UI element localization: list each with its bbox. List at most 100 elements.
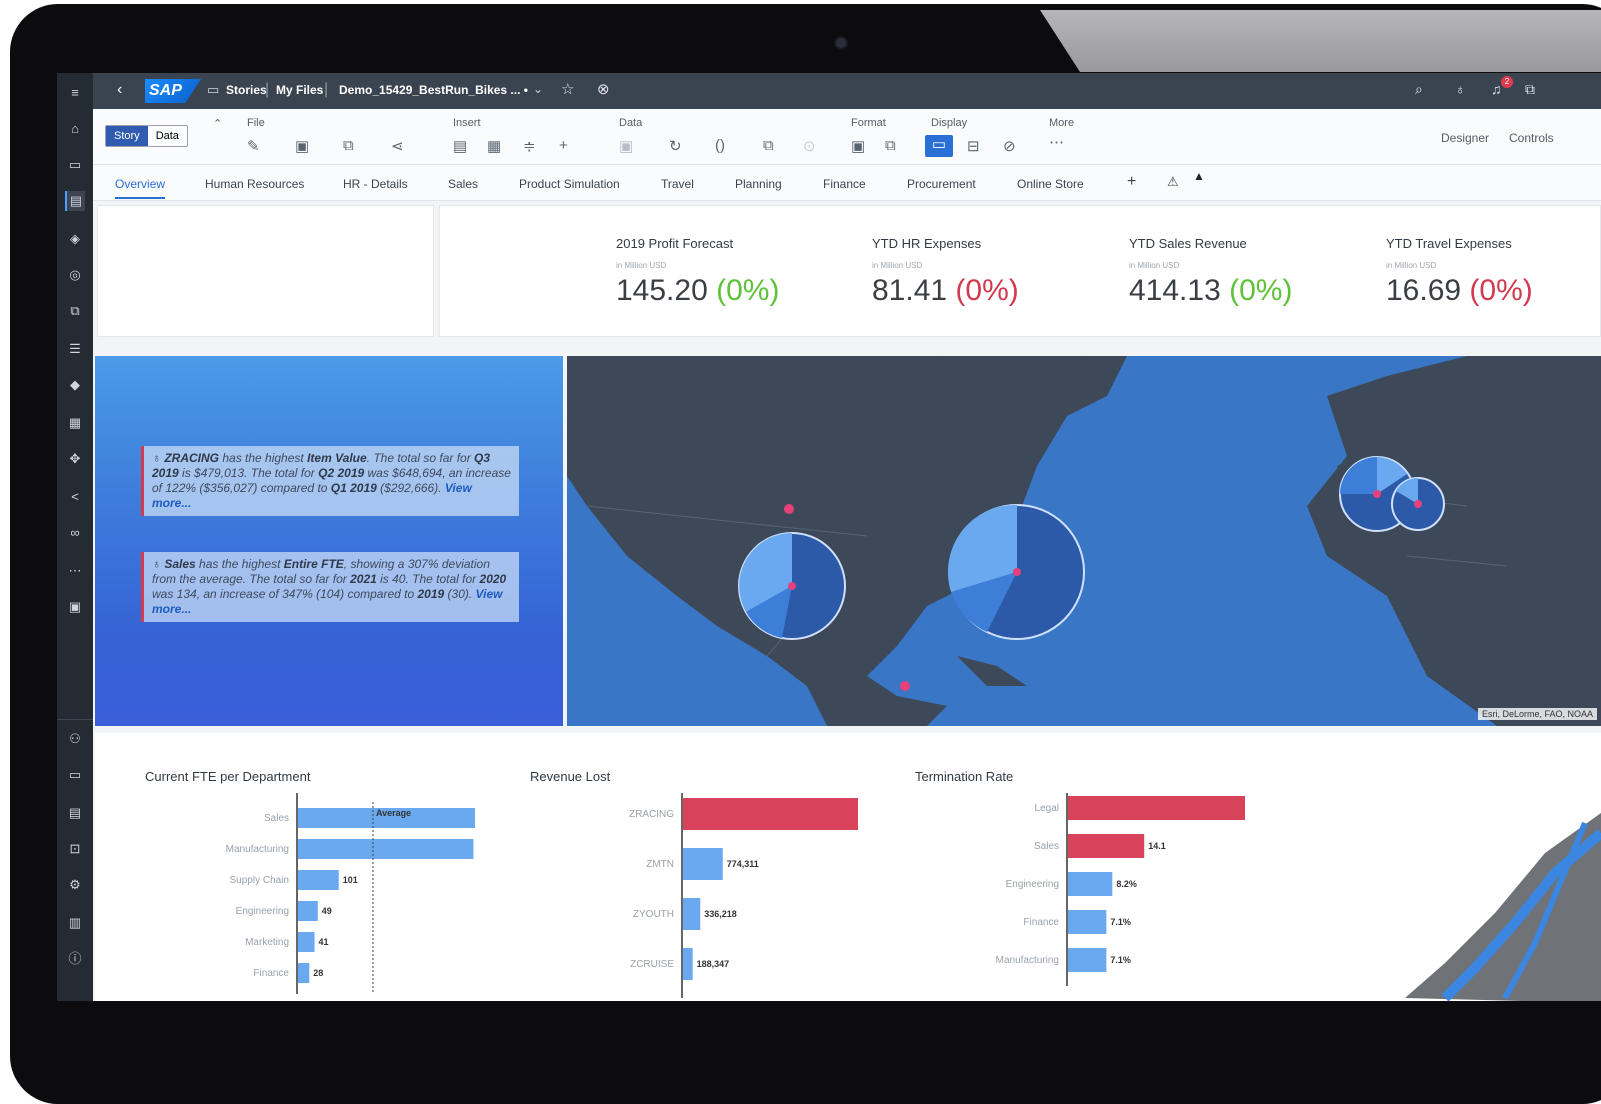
link-dimensions-icon[interactable]: ⧉ <box>763 137 774 154</box>
lightbulb-icon: ♁ <box>152 451 165 465</box>
grid-icon[interactable]: ⊟ <box>967 137 980 155</box>
add-page-icon[interactable]: + <box>1127 173 1136 191</box>
search-icon[interactable]: ⌕ <box>1415 81 1423 98</box>
kpi-tile[interactable]: YTD Travel Expenses in Million USD 16.69… <box>1386 236 1601 308</box>
table-icon[interactable]: ▦ <box>487 137 501 155</box>
tab-overview[interactable]: Overview <box>115 177 166 199</box>
geo-map[interactable]: Esri, DeLorme, FAO, NOAA <box>567 356 1601 726</box>
controls-button[interactable]: Controls <box>1509 131 1554 145</box>
analytics-icon[interactable]: ◈ <box>65 229 85 249</box>
copy-icon[interactable]: ⧉ <box>343 137 354 154</box>
chevron-down-icon[interactable]: ⌄ <box>533 82 543 96</box>
category-label: Finance <box>1023 917 1059 928</box>
share-icon[interactable]: < <box>65 487 85 507</box>
menu-icon[interactable]: ≡ <box>65 83 85 103</box>
termination-rate-chart[interactable]: Legal33.3%Sales14.1Engineering8.2%Financ… <box>905 793 1245 1001</box>
datasets-icon[interactable]: ☰ <box>65 339 85 359</box>
story-mode-button[interactable]: Story <box>106 126 148 146</box>
security-icon[interactable]: ⊡ <box>65 839 85 859</box>
system-icon[interactable]: ▥ <box>65 913 85 933</box>
connections-icon[interactable]: ⋯ <box>65 561 85 581</box>
tab-finance[interactable]: Finance <box>823 177 866 191</box>
share-icon[interactable]: ⋖ <box>391 137 404 155</box>
formula-icon[interactable]: () <box>715 137 725 154</box>
data-mode-button[interactable]: Data <box>148 126 187 146</box>
kpi-tile[interactable]: 2019 Profit Forecast in Million USD 145.… <box>616 236 856 308</box>
tab-planning[interactable]: Planning <box>735 177 782 191</box>
fte-bar-chart[interactable]: Sales476Manufacturing435Supply Chain101E… <box>135 793 475 1001</box>
hide-icon[interactable]: ⊘ <box>1003 137 1016 155</box>
navigate-icon[interactable]: ✥ <box>65 449 85 469</box>
save-icon[interactable]: ▣ <box>295 137 309 155</box>
tables-icon[interactable]: ▦ <box>65 413 85 433</box>
browse-icon[interactable]: ◎ <box>65 265 85 285</box>
undo-icon[interactable]: ↻ <box>669 137 682 155</box>
binoculars-icon[interactable]: ∞ <box>65 523 85 543</box>
collapse-toolbar-icon[interactable]: ⌃ <box>213 117 222 130</box>
landmass-europe <box>1307 356 1601 726</box>
empty-tile <box>97 205 434 337</box>
files-icon[interactable]: ▭ <box>65 155 85 175</box>
display-group-label: Display <box>931 117 968 129</box>
category-label: Finance <box>253 968 289 979</box>
kpi-title: YTD Sales Revenue <box>1129 236 1247 251</box>
layout-icon[interactable]: ⧉ <box>885 137 896 154</box>
insight-entity: ZRACING <box>164 451 220 465</box>
bar <box>298 963 310 983</box>
discussions-icon[interactable]: ⧉ <box>1525 81 1535 98</box>
tab-sales[interactable]: Sales <box>448 177 478 191</box>
more-icon[interactable]: ⋯ <box>1049 133 1064 151</box>
settings-icon[interactable]: ⚙ <box>65 875 85 895</box>
team-icon[interactable]: ▭ <box>65 765 85 785</box>
kpi-change: (0%) <box>1229 274 1293 307</box>
breadcrumb-separator: | <box>265 81 270 98</box>
add-icon[interactable]: + <box>559 137 568 154</box>
tab-procurement[interactable]: Procurement <box>907 177 976 191</box>
home-icon[interactable]: ⌂ <box>65 119 85 139</box>
close-circle-icon[interactable]: ⊗ <box>597 80 610 98</box>
insight-card[interactable]: ♁ Sales has the highest Entire FTE, show… <box>141 552 519 622</box>
tab-human-resources[interactable]: Human Resources <box>205 177 304 191</box>
side-rail: ≡ ⌂ ▭ ▤ ◈ ◎ ⧉ ☰ ◆ ▦ ✥ < ∞ ⋯ ▣ ⚇ ▭ ▤ ⊡ ⚙ … <box>57 73 93 1001</box>
breadcrumb-my-files[interactable]: My Files <box>276 83 323 97</box>
kpi-tile[interactable]: YTD Sales Revenue in Million USD 414.13 … <box>1129 236 1369 308</box>
category-label: ZYOUTH <box>633 909 674 920</box>
tab-online-store[interactable]: Online Store <box>1017 177 1084 191</box>
webcam <box>834 36 848 50</box>
lightbulb-icon[interactable]: ♁ <box>1455 81 1466 97</box>
kpi-unit: in Million USD <box>872 261 923 270</box>
calendar-icon[interactable]: ▣ <box>65 597 85 617</box>
designer-button[interactable]: Designer <box>1441 131 1489 145</box>
back-icon[interactable]: ‹ <box>117 81 122 99</box>
document-title[interactable]: Demo_15429_BestRun_Bikes ... • <box>339 83 528 97</box>
applications-icon[interactable]: ⧉ <box>65 301 85 321</box>
data-label: 41 <box>319 937 329 947</box>
roles-icon[interactable]: ▤ <box>65 803 85 823</box>
models-icon[interactable]: ◆ <box>65 375 85 395</box>
input-control-icon[interactable]: ≑ <box>523 137 536 155</box>
users-icon[interactable]: ⚇ <box>65 729 85 749</box>
chart-icon[interactable]: ▤ <box>453 137 467 155</box>
warning-icon[interactable]: ⚠ <box>1167 174 1179 190</box>
info-icon[interactable]: ⓘ <box>65 949 85 969</box>
shoe-product-image <box>1405 813 1601 1001</box>
data-refresh-icon[interactable]: ▣ <box>619 137 633 155</box>
comment-icon[interactable]: ▭ <box>925 135 953 157</box>
tab-product-simulation[interactable]: Product Simulation <box>519 177 620 191</box>
revenue-lost-chart[interactable]: ZRACING3,410,544ZMTN774,311ZYOUTH336,218… <box>520 793 860 1001</box>
favorite-star-icon[interactable]: ☆ <box>561 80 574 98</box>
pie-marker-europe-2 <box>1391 477 1445 531</box>
kpi-value: 81.41 (0%) <box>872 274 1112 308</box>
kpi-number: 16.69 <box>1386 274 1462 307</box>
tab-hr-details[interactable]: HR - Details <box>343 177 408 191</box>
category-label: Manufacturing <box>226 844 289 855</box>
insight-card[interactable]: ♁ ZRACING has the highest Item Value. Th… <box>141 446 519 516</box>
edit-icon[interactable]: ✎ <box>247 137 260 155</box>
tab-travel[interactable]: Travel <box>661 177 694 191</box>
kpi-title: YTD HR Expenses <box>872 236 982 251</box>
kpi-tile[interactable]: YTD HR Expenses in Million USD 81.41 (0%… <box>872 236 1112 308</box>
breadcrumb-stories[interactable]: Stories <box>226 83 267 97</box>
stories-icon[interactable]: ▤ <box>65 191 85 211</box>
notifications-bell-icon[interactable]: ♫ <box>1491 81 1502 97</box>
styling-icon[interactable]: ▣ <box>851 137 865 155</box>
